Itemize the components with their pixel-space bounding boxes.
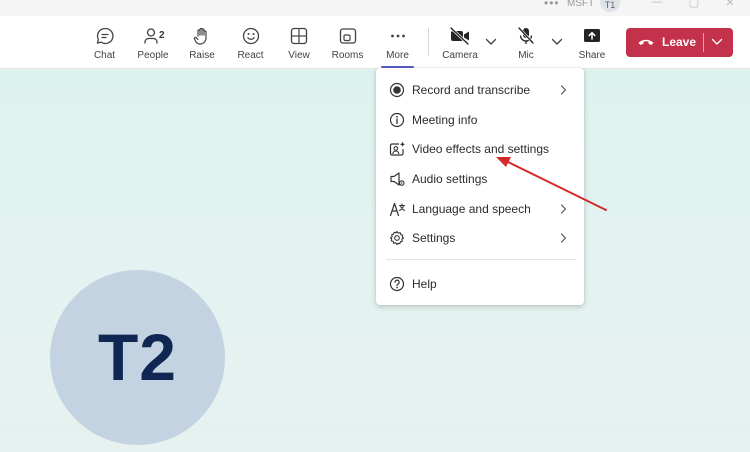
menu-item-label: Record and transcribe: [412, 83, 531, 97]
meeting-toolbar: Chat 2 People Raise React View Rooms Mor…: [0, 16, 750, 69]
menu-item-record-and-transcribe[interactable]: Record and transcribe: [376, 76, 584, 104]
title-bar: ••• MSFT T1 — ▢ ✕: [0, 0, 750, 16]
toolbar-divider: [428, 28, 429, 56]
raise-hand-button[interactable]: Raise: [187, 16, 217, 69]
more-label: More: [386, 50, 409, 61]
gear-icon: [389, 230, 405, 246]
view-button[interactable]: View: [285, 16, 313, 69]
leave-options-chevron-icon[interactable]: [711, 38, 723, 46]
leave-split-divider: [703, 33, 704, 52]
participant-initials: T2: [97, 320, 178, 394]
menu-item-label: Meeting info: [412, 113, 478, 127]
chat-icon: [96, 27, 114, 45]
people-label: People: [137, 50, 169, 61]
grid-view-icon: [290, 27, 308, 45]
titlebar-more-icon[interactable]: •••: [544, 0, 560, 10]
video-effects-icon: [389, 141, 405, 156]
people-count-badge: 2: [159, 30, 165, 41]
info-icon: [389, 112, 405, 128]
menu-item-meeting-info[interactable]: Meeting info: [376, 106, 584, 134]
chat-label: Chat: [93, 50, 116, 61]
chat-button[interactable]: Chat: [88, 16, 121, 69]
menu-item-label: Language and speech: [412, 202, 531, 216]
raise-label: Raise: [189, 50, 215, 61]
org-name: MSFT: [567, 0, 595, 9]
share-screen-icon: [584, 29, 600, 42]
menu-item-label: Help: [412, 277, 437, 291]
raise-hand-icon: [193, 27, 207, 45]
menu-item-label: Audio settings: [412, 172, 488, 186]
mic-off-icon: [518, 27, 534, 44]
leave-button[interactable]: Leave: [626, 28, 733, 57]
camera-label: Camera: [442, 50, 478, 61]
react-label: React: [237, 50, 264, 61]
restore-icon[interactable]: ▢: [687, 0, 701, 10]
chevron-right-icon: [560, 204, 567, 214]
profile-avatar[interactable]: T1: [600, 0, 620, 12]
mic-button[interactable]: Mic: [514, 16, 538, 69]
rooms-button[interactable]: Rooms: [331, 16, 364, 69]
react-button[interactable]: React: [235, 16, 266, 69]
rooms-label: Rooms: [331, 50, 364, 61]
people-button[interactable]: 2 People: [136, 16, 170, 69]
participant-avatar[interactable]: T2: [50, 270, 225, 445]
share-button[interactable]: Share: [577, 16, 607, 69]
view-label: View: [288, 50, 310, 61]
speaker-icon: [390, 172, 405, 186]
more-menu: Record and transcribe Meeting info Video…: [376, 68, 584, 305]
close-icon[interactable]: ✕: [723, 0, 737, 10]
menu-item-settings[interactable]: Settings: [376, 224, 584, 252]
chevron-right-icon: [560, 233, 567, 243]
share-label: Share: [578, 50, 606, 61]
leave-label: Leave: [662, 35, 697, 49]
menu-item-language-and-speech[interactable]: Language and speech: [376, 195, 584, 223]
camera-options-chevron-icon[interactable]: [485, 38, 497, 46]
menu-divider: [386, 259, 576, 260]
menu-item-help[interactable]: Help: [376, 270, 584, 298]
record-icon: [389, 82, 405, 98]
more-button[interactable]: More: [378, 16, 417, 69]
camera-button[interactable]: Camera: [441, 16, 479, 69]
menu-item-label: Video effects and settings: [412, 142, 549, 156]
more-dots-icon: [390, 34, 405, 38]
hang-up-phone-icon: [638, 39, 654, 45]
menu-item-audio-settings[interactable]: Audio settings: [376, 165, 584, 193]
rooms-icon: [339, 28, 356, 44]
help-icon: [389, 276, 405, 292]
chevron-right-icon: [560, 85, 567, 95]
menu-item-video-effects-and-settings[interactable]: Video effects and settings: [376, 135, 584, 163]
react-smiley-icon: [242, 27, 259, 45]
camera-off-icon: [450, 27, 469, 45]
mic-label: Mic: [518, 50, 534, 61]
menu-item-label: Settings: [412, 231, 456, 245]
minimize-icon[interactable]: —: [650, 0, 664, 10]
language-icon: [389, 202, 405, 217]
mic-options-chevron-icon[interactable]: [551, 38, 563, 46]
